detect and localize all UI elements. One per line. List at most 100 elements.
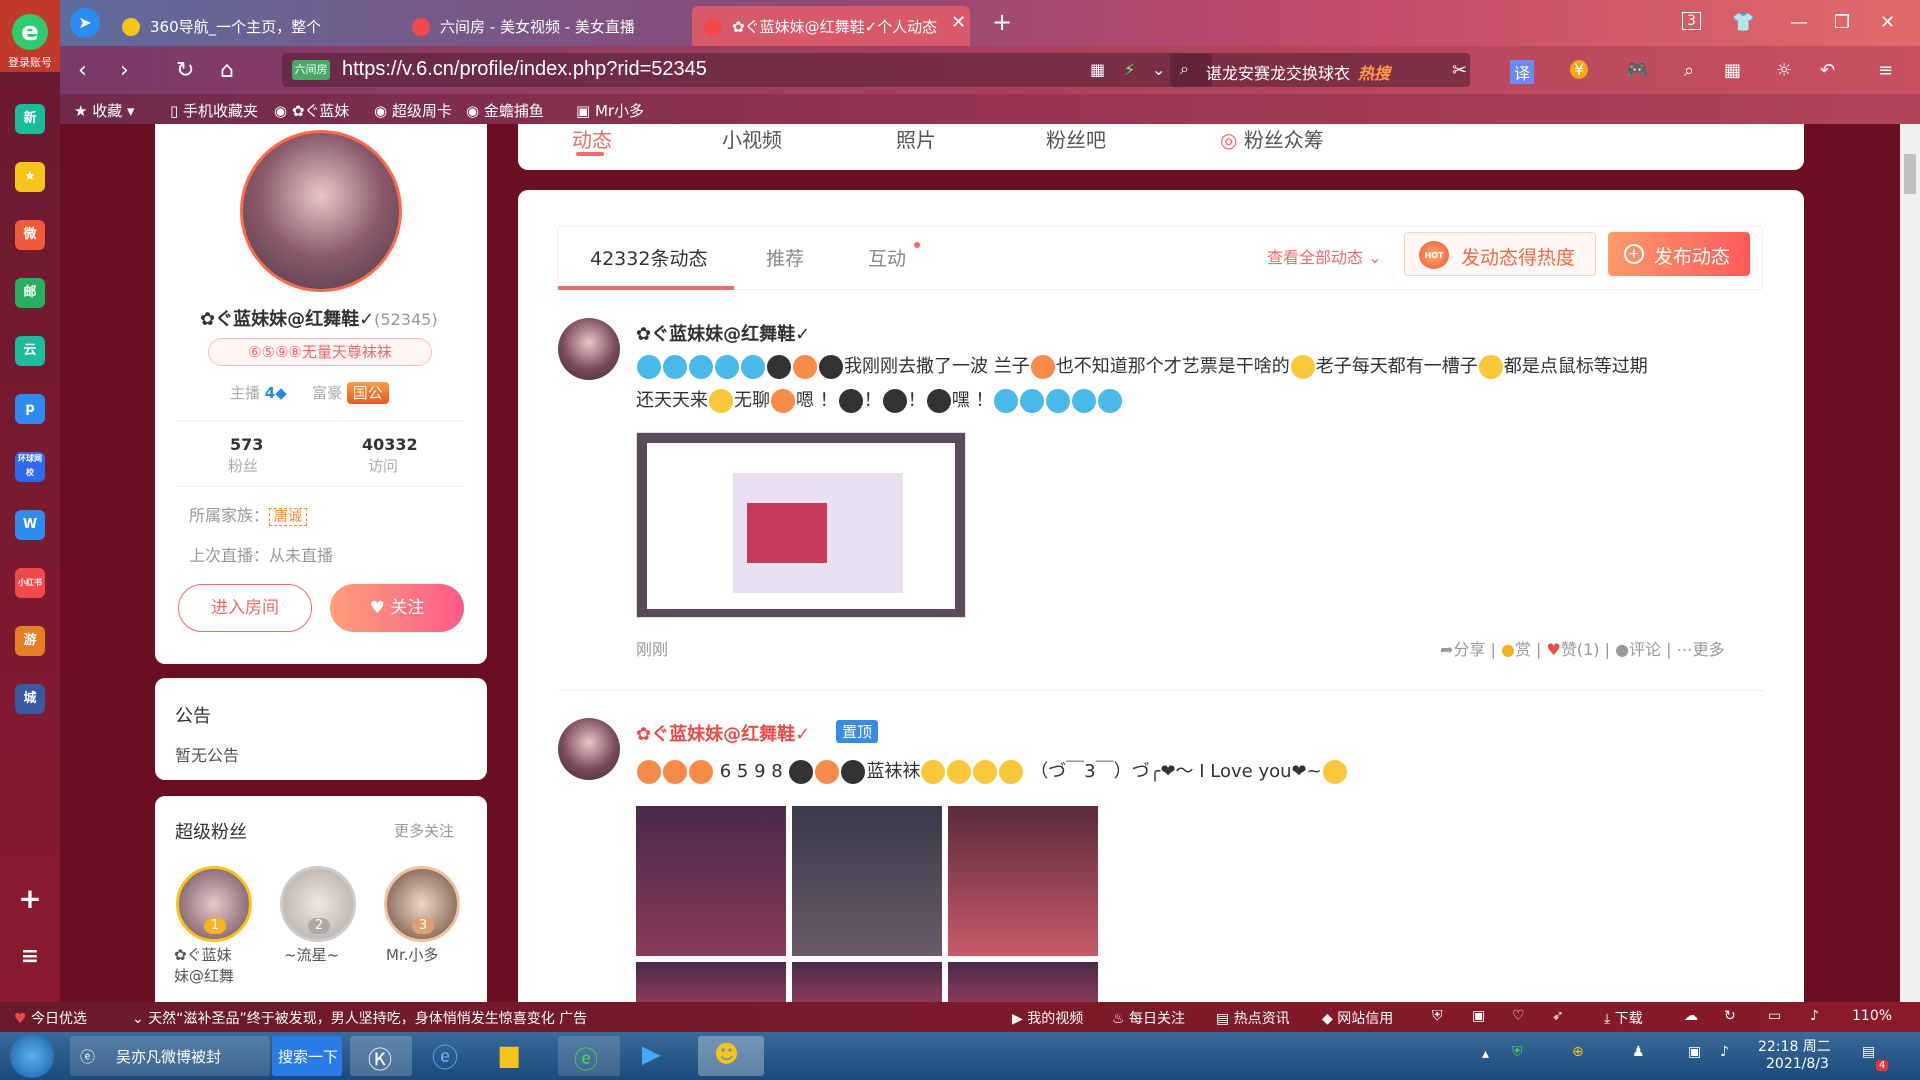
- hot-news[interactable]: ▤ 热点资讯: [1216, 1008, 1290, 1028]
- fan-name[interactable]: ✿ぐ蓝妹 妹@红舞: [174, 944, 234, 986]
- post-image[interactable]: [636, 432, 966, 618]
- reward-button[interactable]: ●赏: [1501, 640, 1531, 659]
- news-ticker[interactable]: ⌄ 天然“滋补圣品”终于被发现，男人坚持吃，身体悄悄发生惊喜变化 广告: [132, 1008, 587, 1028]
- scrollbar-thumb[interactable]: [1904, 154, 1916, 194]
- family-tag[interactable]: 唐诚: [269, 508, 308, 526]
- tray-time[interactable]: 22:18 周二: [1758, 1036, 1831, 1056]
- browser-logo[interactable]: e 登录账号: [0, 0, 60, 72]
- tray-network-icon[interactable]: ▣: [1688, 1044, 1701, 1060]
- tray-qq-icon[interactable]: ♟: [1632, 1044, 1645, 1060]
- notification-icon[interactable]: ▤: [1862, 1044, 1875, 1060]
- sidebar-add-icon[interactable]: +: [15, 884, 45, 914]
- volume-icon[interactable]: ♪: [1810, 1008, 1819, 1024]
- share-button[interactable]: ➦分享: [1440, 640, 1485, 659]
- post-thumbnail[interactable]: [792, 806, 942, 956]
- sidebar-list-icon[interactable]: ≡: [15, 942, 45, 972]
- follow-button[interactable]: ♥ 关注: [330, 584, 464, 632]
- chevron-down-icon[interactable]: ⌄: [1152, 60, 1165, 79]
- sidebar-wangxiao-icon[interactable]: 环球网校: [15, 452, 45, 482]
- today-picks[interactable]: ♥ 今日优选: [14, 1008, 87, 1028]
- post-author[interactable]: ✿ぐ蓝妹妹@红舞鞋✓: [636, 320, 810, 346]
- tab-6cn[interactable]: 六间房 - 美女视频 - 美女直播: [400, 6, 660, 46]
- close-window-icon[interactable]: ✕: [1880, 12, 1895, 33]
- tab-short-videos[interactable]: 小视频: [722, 124, 782, 153]
- tray-date[interactable]: 2021/8/3: [1766, 1056, 1829, 1072]
- search-tool-icon[interactable]: ⌕: [1684, 60, 1694, 81]
- apps-icon[interactable]: ▦: [1724, 60, 1741, 81]
- download-button[interactable]: ⤓ 下载: [1604, 1008, 1643, 1028]
- fan-name[interactable]: ~流星~: [284, 944, 339, 965]
- tab-photos[interactable]: 照片: [896, 124, 936, 153]
- zoom-level[interactable]: 110%: [1852, 1008, 1892, 1024]
- post-thumbnail[interactable]: [948, 962, 1098, 1002]
- sidebar-p-icon[interactable]: p: [15, 394, 45, 424]
- ie-taskbar-icon[interactable]: ⓔ: [432, 1038, 458, 1075]
- tab-fan-bar[interactable]: 粉丝吧: [1046, 124, 1106, 153]
- tray-expand-icon[interactable]: ▴: [1482, 1046, 1489, 1062]
- image-icon[interactable]: ▣: [1472, 1008, 1485, 1024]
- qr-icon[interactable]: ▦: [1090, 60, 1105, 79]
- undo-icon[interactable]: ↶: [1820, 60, 1835, 81]
- tray-shield-icon[interactable]: ⛨: [1512, 1044, 1523, 1060]
- sidebar-word-icon[interactable]: W: [15, 510, 45, 540]
- home-icon[interactable]: ⌂: [220, 58, 234, 83]
- bookmark-mobile[interactable]: ▯ 手机收藏夹: [170, 100, 258, 121]
- feed-tab-all[interactable]: 42332条动态: [590, 244, 707, 271]
- rocket-icon[interactable]: ➶: [1552, 1008, 1564, 1024]
- tab-dynamics[interactable]: 动态: [572, 124, 612, 153]
- sidebar-cloud-icon[interactable]: 云: [15, 336, 45, 366]
- like-button[interactable]: ♥赞(1): [1547, 640, 1600, 659]
- feed-tab-interaction[interactable]: 互动: [868, 244, 906, 271]
- post-author[interactable]: ✿ぐ蓝妹妹@红舞鞋✓: [636, 720, 810, 746]
- post-thumbnail[interactable]: [792, 962, 942, 1002]
- back-icon[interactable]: ‹: [78, 58, 87, 83]
- translate-icon[interactable]: 译: [1510, 60, 1535, 84]
- start-button[interactable]: [10, 1034, 54, 1078]
- sidebar-star-icon[interactable]: ★: [15, 162, 45, 192]
- maximize-icon[interactable]: ❐: [1834, 12, 1850, 33]
- search-input[interactable]: ⌕ 谌龙安赛龙交换球衣 热搜: [1170, 53, 1470, 87]
- feed-tab-recommend[interactable]: 推荐: [766, 244, 804, 271]
- bookmark-mrxiaoduo[interactable]: ▣ Mr小多: [576, 100, 644, 121]
- enter-room-button[interactable]: 进入房间: [178, 584, 312, 632]
- sidebar-game-icon[interactable]: 游: [15, 626, 45, 656]
- scissors-icon[interactable]: ✂: [1452, 60, 1467, 81]
- sidebar-mail-icon[interactable]: 邮: [15, 278, 45, 308]
- post-avatar[interactable]: [558, 318, 620, 380]
- url-input[interactable]: 六间房 https://v.6.cn/profile/index.php?rid…: [282, 53, 1212, 87]
- close-tab-icon[interactable]: ✕: [951, 12, 966, 33]
- brightness-icon[interactable]: ☼: [1776, 60, 1792, 81]
- publish-post-button[interactable]: + 发布动态: [1608, 232, 1750, 276]
- profile-avatar[interactable]: [240, 130, 402, 292]
- navigation-icon[interactable]: ➤: [70, 8, 100, 38]
- super-fans-more-link[interactable]: 更多关注: [394, 820, 454, 841]
- refresh-icon[interactable]: ↻: [176, 58, 194, 83]
- sidebar-xiaohongshu-icon[interactable]: 小红书: [15, 568, 45, 598]
- video-player-icon[interactable]: ▶: [642, 1040, 660, 1068]
- post-thumbnail[interactable]: [948, 806, 1098, 956]
- bookmark-favorites[interactable]: ★ 收藏 ▾: [74, 100, 135, 121]
- sidebar-new-icon[interactable]: 新: [15, 104, 45, 134]
- bookmark-fishing[interactable]: ◉ 金蟾捕鱼: [466, 100, 544, 121]
- cloud-icon[interactable]: ☁: [1684, 1008, 1698, 1024]
- site-credit[interactable]: ◆ 网站信用: [1322, 1008, 1393, 1028]
- fan-name[interactable]: Mr.小多: [386, 944, 439, 965]
- skin-icon[interactable]: 👕: [1732, 12, 1754, 33]
- page-scrollbar[interactable]: [1900, 124, 1920, 1012]
- view-all-dropdown[interactable]: 查看全部动态 ⌄: [1267, 244, 1382, 268]
- refresh-icon[interactable]: ↻: [1724, 1008, 1736, 1024]
- heart-outline-icon[interactable]: ♡: [1512, 1008, 1525, 1024]
- coin-icon[interactable]: ¥: [1570, 60, 1589, 79]
- more-button[interactable]: ⋯更多: [1677, 640, 1725, 659]
- speed-icon[interactable]: ⚡: [1124, 60, 1135, 79]
- forward-icon[interactable]: ›: [120, 58, 129, 83]
- daily-follow[interactable]: ♨ 每日关注: [1112, 1008, 1185, 1028]
- sidebar-weibo-icon[interactable]: 微: [15, 220, 45, 250]
- game-icon[interactable]: 🎮: [1626, 60, 1648, 81]
- tab-360-nav[interactable]: 360导航_一个主页，整个世界: [110, 6, 320, 46]
- my-videos[interactable]: ▶ 我的视频: [1012, 1008, 1083, 1028]
- hot-post-button[interactable]: HOT 发动态得热度: [1404, 232, 1596, 276]
- sidebar-city-icon[interactable]: 城: [15, 684, 45, 714]
- tab-crowdfunding[interactable]: ◎ 粉丝众筹: [1220, 124, 1324, 153]
- comment-button[interactable]: ●评论: [1615, 640, 1661, 659]
